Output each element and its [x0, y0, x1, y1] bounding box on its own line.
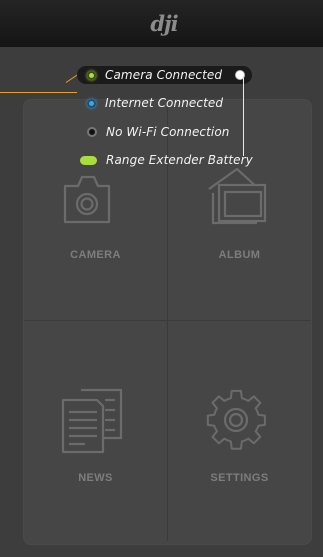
camera-icon	[63, 175, 111, 224]
blue-dot-icon	[87, 98, 96, 108]
camera-label: CAMERA	[70, 249, 121, 261]
gear-icon	[206, 389, 266, 450]
top-bar: dji	[0, 0, 323, 47]
connector-line	[243, 78, 244, 156]
news-label: NEWS	[78, 472, 113, 484]
settings-tile[interactable]: SETTINGS	[168, 321, 311, 541]
black-dot-icon	[87, 127, 97, 137]
green-dot-icon	[87, 70, 96, 80]
album-icon	[208, 167, 267, 225]
callout-line	[0, 92, 77, 93]
settings-label: SETTINGS	[210, 472, 269, 484]
dji-logo: dji	[150, 11, 178, 36]
status-range-extender: Range Extender Battery	[80, 151, 253, 169]
news-icon	[61, 388, 123, 454]
status-range-label: Range Extender Battery	[106, 153, 253, 167]
status-wifi: No Wi-Fi Connection	[87, 123, 230, 141]
status-wifi-label: No Wi-Fi Connection	[106, 125, 230, 139]
album-label: ALBUM	[218, 249, 261, 261]
status-internet-label: Internet Connected	[105, 96, 224, 110]
battery-pill-icon	[80, 155, 97, 165]
status-internet: Internet Connected	[87, 94, 223, 112]
status-camera-label: Camera Connected	[105, 68, 223, 82]
status-camera: Camera Connected	[87, 66, 222, 84]
news-tile[interactable]: NEWS	[24, 321, 168, 541]
